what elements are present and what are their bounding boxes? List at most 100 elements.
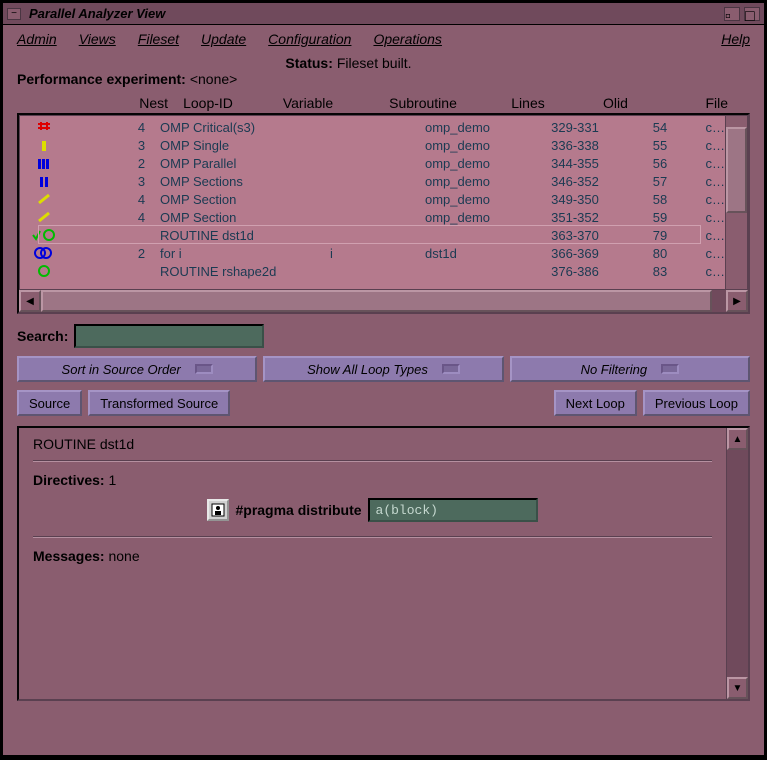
col-loopid: Loop-ID xyxy=(168,95,248,111)
menu-fileset[interactable]: Fileset xyxy=(138,31,179,47)
table-row[interactable]: 4 OMP Critical(s3)omp_demo329-33154c… xyxy=(20,118,725,136)
menu-configuration[interactable]: Configuration xyxy=(268,31,351,47)
pragma-icon-button[interactable] xyxy=(207,499,229,521)
col-lines: Lines xyxy=(478,95,578,111)
cell-nest: 3 xyxy=(58,138,160,153)
minimize-button[interactable]: ▫ xyxy=(724,7,740,21)
window-menu-button[interactable]: − xyxy=(7,8,21,20)
scroll-down-icon[interactable]: ▼ xyxy=(727,677,748,699)
menu-operations[interactable]: Operations xyxy=(373,31,441,47)
cell-loopid: ROUTINE rshape2d xyxy=(160,264,330,279)
detail-pane: ROUTINE dst1d Directives: 1 #pragma dist… xyxy=(17,426,750,701)
cell-olid: 80 xyxy=(625,246,695,261)
scroll-up-icon[interactable]: ▲ xyxy=(727,428,748,450)
directives-label: Directives: xyxy=(33,472,105,488)
cell-nest xyxy=(58,264,160,279)
col-nest: Nest xyxy=(33,95,168,111)
hscroll-thumb[interactable] xyxy=(41,290,712,312)
cell-variable: i xyxy=(330,246,425,261)
horizontal-scrollbar[interactable]: ◀ ▶ xyxy=(19,290,748,312)
menu-views[interactable]: Views xyxy=(79,31,116,47)
cell-lines: 336-338 xyxy=(525,138,625,153)
loop-types-dropdown[interactable]: Show All Loop Types xyxy=(263,356,503,382)
dropdown-indicator-icon xyxy=(442,364,460,374)
scroll-thumb[interactable] xyxy=(726,127,747,214)
cell-lines: 329-331 xyxy=(525,120,625,135)
cell-file: c… xyxy=(695,228,725,243)
detail-title: ROUTINE dst1d xyxy=(33,436,712,452)
cell-loopid: OMP Section xyxy=(160,192,330,207)
cell-lines: 344-355 xyxy=(525,156,625,171)
cell-nest: 4 xyxy=(58,210,160,225)
filter-dropdown[interactable]: No Filtering xyxy=(510,356,750,382)
cell-file: c… xyxy=(695,156,725,171)
messages-label: Messages: xyxy=(33,548,105,564)
menu-update[interactable]: Update xyxy=(201,31,246,47)
source-button[interactable]: Source xyxy=(17,390,82,416)
blue-pause-icon xyxy=(30,175,58,187)
table-row[interactable]: 3 OMP Sectionsomp_demo346-35257c… xyxy=(20,172,725,190)
cell-nest: 4 xyxy=(58,192,160,207)
status-area: Status: Fileset built. Performance exper… xyxy=(3,53,764,95)
table-row[interactable]: ROUTINE rshape2d376-38683c… xyxy=(20,262,725,280)
search-input[interactable] xyxy=(74,324,264,348)
vertical-scrollbar[interactable] xyxy=(725,116,747,289)
cell-loopid: OMP Section xyxy=(160,210,330,225)
col-subroutine: Subroutine xyxy=(368,95,478,111)
yellow-slash-icon xyxy=(30,211,58,223)
menu-bar: Admin Views Fileset Update Configuration… xyxy=(3,25,764,53)
cell-subroutine: omp_demo xyxy=(425,120,525,135)
table-row[interactable]: 4 OMP Sectionomp_demo351-35259c… xyxy=(20,208,725,226)
cell-subroutine: omp_demo xyxy=(425,192,525,207)
pragma-label: #pragma distribute xyxy=(235,502,361,518)
table-row[interactable]: 3 OMP Single omp_demo336-33855c… xyxy=(20,136,725,154)
cell-nest: 2 xyxy=(58,156,160,171)
main-window: − Parallel Analyzer View ▫ □ Admin Views… xyxy=(2,2,765,756)
blue-bars-icon xyxy=(30,157,58,169)
cell-subroutine: omp_demo xyxy=(425,138,525,153)
scroll-left-icon[interactable]: ◀ xyxy=(19,290,41,312)
cell-nest: 2 xyxy=(58,246,160,261)
green-check-circle-icon xyxy=(30,229,58,241)
cell-file: c… xyxy=(695,246,725,261)
scroll-right-icon[interactable]: ▶ xyxy=(726,290,748,312)
button-row: Source Transformed Source Next Loop Prev… xyxy=(3,390,764,426)
blue-circles-icon xyxy=(30,247,58,259)
table-row[interactable]: 2OMP Parallelomp_demo344-35556c… xyxy=(20,154,725,172)
cell-olid: 83 xyxy=(625,264,695,279)
detail-scrollbar[interactable]: ▲ ▼ xyxy=(726,428,748,699)
maximize-button[interactable]: □ xyxy=(744,7,760,21)
pragma-value: a(block) xyxy=(368,498,538,522)
search-label: Search: xyxy=(17,328,68,344)
window-title: Parallel Analyzer View xyxy=(29,6,720,21)
col-variable: Variable xyxy=(248,95,368,111)
perf-label: Performance experiment: xyxy=(17,71,186,87)
cell-loopid: ROUTINE dst1d xyxy=(160,228,330,243)
dropdown-indicator-icon xyxy=(195,364,213,374)
cell-olid: 79 xyxy=(625,228,695,243)
directives-count: 1 xyxy=(108,472,116,488)
cell-lines: 363-370 xyxy=(525,228,625,243)
sort-dropdown[interactable]: Sort in Source Order xyxy=(17,356,257,382)
cell-file: c… xyxy=(695,138,725,153)
table-row[interactable]: 2for iidst1d366-36980c… xyxy=(20,244,725,262)
pragma-icon xyxy=(211,503,225,517)
yellow-slash-icon xyxy=(30,193,58,205)
cell-file: c… xyxy=(695,174,725,189)
transformed-source-button[interactable]: Transformed Source xyxy=(88,390,230,416)
next-loop-button[interactable]: Next Loop xyxy=(554,390,637,416)
cell-lines: 366-369 xyxy=(525,246,625,261)
green-circle-icon xyxy=(30,265,58,277)
table-row[interactable]: 4 OMP Sectionomp_demo349-35058c… xyxy=(20,190,725,208)
menu-help[interactable]: Help xyxy=(721,31,750,47)
title-bar[interactable]: − Parallel Analyzer View ▫ □ xyxy=(3,3,764,25)
menu-admin[interactable]: Admin xyxy=(17,31,57,47)
cell-olid: 54 xyxy=(625,120,695,135)
cell-olid: 55 xyxy=(625,138,695,153)
perf-value: <none> xyxy=(190,71,238,87)
cell-loopid: for i xyxy=(160,246,330,261)
cell-nest xyxy=(58,228,160,243)
previous-loop-button[interactable]: Previous Loop xyxy=(643,390,750,416)
table-row[interactable]: ROUTINE dst1d 363-37079c… xyxy=(20,226,725,244)
cell-loopid: OMP Single xyxy=(160,138,330,153)
